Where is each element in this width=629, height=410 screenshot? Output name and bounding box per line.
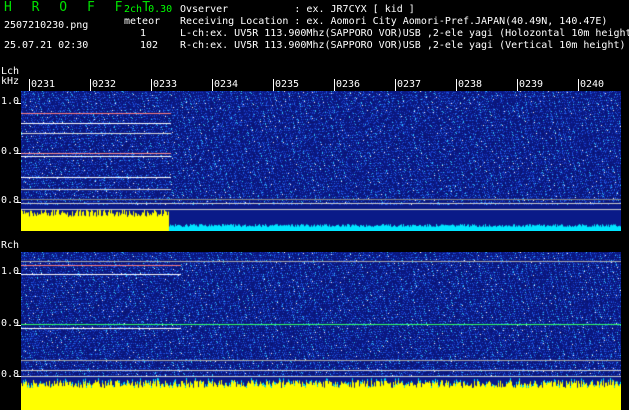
time-tick	[395, 79, 396, 91]
time-tick	[273, 79, 274, 91]
observer-line: Ovserver : ex. JR7CYX [ kid ]	[180, 4, 415, 15]
time-tick	[334, 79, 335, 91]
time-label: 0239	[519, 79, 544, 90]
time-label: 0240	[580, 79, 605, 90]
time-label: 0237	[397, 79, 422, 90]
datetime: 25.07.21 02:30	[4, 40, 89, 51]
time-label: 0235	[275, 79, 300, 90]
lch-unit-label: kHz	[1, 76, 20, 87]
rch-info-line: R-ch:ex. UV5R 113.900Mhz(SAPPORO VOR)USB…	[180, 40, 626, 51]
time-label: 0231	[31, 79, 56, 90]
time-label: 0238	[458, 79, 483, 90]
meteor-count-l: 1	[140, 28, 147, 39]
time-tick	[29, 79, 30, 91]
lch-info-line: L-ch:ex. UV5R 113.900Mhz(SAPPORO VOR)USB…	[180, 28, 629, 39]
time-tick	[151, 79, 152, 91]
rch-y-axis: 1.0 0.9 0.8	[0, 252, 21, 410]
time-label: 0236	[336, 79, 361, 90]
time-tick	[212, 79, 213, 91]
time-axis: 0231 0232 0233 0234 0235 0236 0237 0238 0239 0240	[21, 79, 629, 91]
time-tick	[517, 79, 518, 91]
rch-tick-label: 1.0	[1, 266, 20, 277]
mode-label: 2ch 0.30	[124, 4, 173, 15]
rch-tick-label: 0.8	[1, 369, 20, 380]
time-label: 0234	[214, 79, 239, 90]
rch-tick-label: 0.9	[1, 318, 20, 329]
time-label: 0233	[153, 79, 178, 90]
time-label: 0232	[92, 79, 117, 90]
lch-y-axis: 1.0 0.9 0.8	[0, 91, 21, 231]
rch-label: Rch	[1, 240, 20, 251]
rch-waterfall	[21, 252, 621, 410]
filename: 2507210230.png	[4, 20, 89, 31]
lch-tick-label: 1.0	[1, 96, 20, 107]
meteor-label: meteor	[124, 16, 161, 27]
lch-tick-label: 0.9	[1, 146, 20, 157]
meteor-count-r: 102	[140, 40, 159, 51]
time-tick	[90, 79, 91, 91]
time-tick	[578, 79, 579, 91]
time-tick	[456, 79, 457, 91]
lch-tick-label: 0.8	[1, 195, 20, 206]
location-line: Receiving Location : ex. Aomori City Aom…	[180, 16, 608, 27]
lch-waterfall	[21, 91, 621, 231]
